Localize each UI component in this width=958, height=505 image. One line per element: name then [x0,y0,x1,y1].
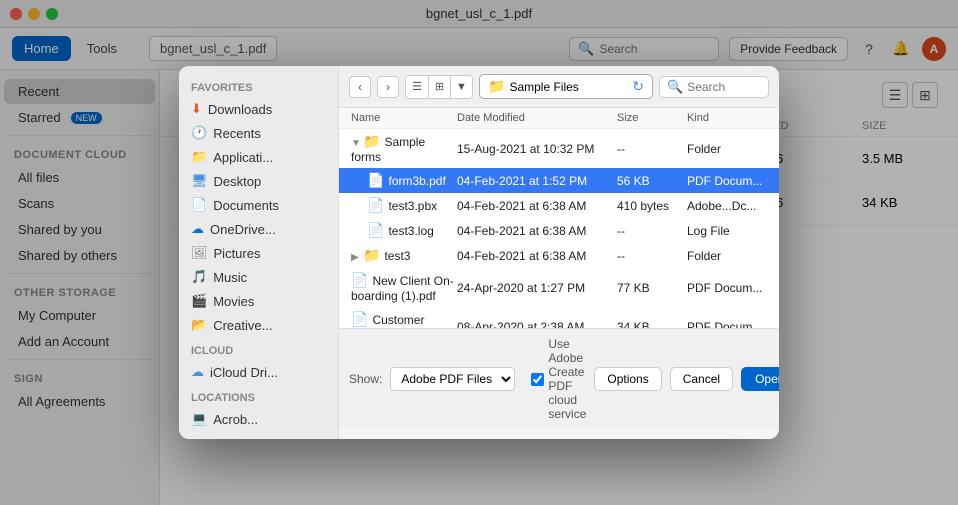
list-item[interactable]: 📄New Client On-boarding (1).pdf 24-Apr-2… [339,268,779,307]
dialog-sidebar-applications[interactable]: 📁 Applicati... [179,145,338,169]
dialog-body: ‹ › ☰ ⊞ ▼ 📁 Sample Files ↻ 🔍 [339,66,779,429]
back-button[interactable]: ‹ [349,76,371,98]
locations-label: Locations [179,384,338,407]
dialog-sidebar-downloads[interactable]: ⬇ Downloads [179,97,338,121]
col-kind: Kind [687,112,767,124]
dialog-col-header: Name Date Modified Size Kind [339,108,779,129]
downloads-icon: ⬇ [191,101,202,117]
path-text: Sample Files [509,80,578,94]
col-name: Name [351,112,457,124]
list-item[interactable]: 📄test3.log 04-Feb-2021 at 6:38 AM -- Log… [339,218,779,243]
dialog-sidebar-pictures[interactable]: 🖼 Pictures [179,241,338,265]
list-item[interactable]: ▼📁Sample forms 15-Aug-2021 at 10:32 PM -… [339,129,779,168]
icloud-label: iCloud [179,337,338,360]
dialog-path: 📁 Sample Files ↻ [479,74,653,99]
show-label: Show: [349,372,382,386]
dialog-actions: Options Cancel Open [594,367,779,391]
show-select[interactable]: Adobe PDF Files [390,367,515,391]
cloud-check: Use Adobe Create PDF cloud service [531,337,586,421]
search-icon: 🔍 [667,79,683,95]
dialog-bottom: Show: Adobe PDF Files Use Adobe Create P… [339,329,779,429]
dialog-sidebar-desktop[interactable]: 🖥 Desktop [179,169,338,193]
music-icon: 🎵 [191,269,207,285]
dialog-sidebar-documents[interactable]: 📄 Documents [179,193,338,217]
path-refresh-icon[interactable]: ↻ [632,78,644,95]
cancel-button[interactable]: Cancel [670,367,733,391]
options-button[interactable]: Options [594,367,661,391]
desktop-icon: 🖥 [191,173,208,189]
view-toggle-group: ☰ ⊞ ▼ [405,75,473,99]
path-folder-icon: 📁 [488,78,505,95]
pictures-icon: 🖼 [191,245,208,261]
list-item[interactable]: ▶📁test3 04-Feb-2021 at 6:38 AM -- Folder [339,243,779,268]
list-item[interactable]: 📄Customer Incident.pdf 08-Apr-2020 at 2:… [339,307,779,329]
dialog-search[interactable]: 🔍 [659,76,769,98]
dialog-file-list: ▼📁Sample forms 15-Aug-2021 at 10:32 PM -… [339,129,779,329]
dialog-search-input[interactable] [687,80,767,94]
dialog-sidebar-music[interactable]: 🎵 Music [179,265,338,289]
dialog-sidebar-icloud[interactable]: ☁ iCloud Dri... [179,360,338,384]
open-button[interactable]: Open [741,367,779,391]
cloud-checkbox[interactable] [531,373,544,386]
dialog-overlay: Favorites ⬇ Downloads 🕐 Recents 📁 Applic… [0,0,958,505]
open-file-dialog: Favorites ⬇ Downloads 🕐 Recents 📁 Applic… [179,66,779,439]
dialog-sidebar-movies[interactable]: 🎬 Movies [179,289,338,313]
list-item[interactable]: 📄test3.pbx 04-Feb-2021 at 6:38 AM 410 by… [339,193,779,218]
col-size: Size [617,112,687,124]
list-view-btn[interactable]: ☰ [406,76,428,98]
dialog-sidebar-recents[interactable]: 🕐 Recents [179,121,338,145]
sort-btn[interactable]: ▼ [450,76,472,98]
recents-icon: 🕐 [191,125,207,141]
forward-button[interactable]: › [377,76,399,98]
list-item[interactable]: 📄form3b.pdf 04-Feb-2021 at 1:52 PM 56 KB… [339,168,779,193]
grid-view-btn[interactable]: ⊞ [428,76,450,98]
dialog-sidebar-onedrive[interactable]: ☁ OneDrive... [179,217,338,241]
dialog-sidebar-acrob[interactable]: 💻 Acrob... [179,407,338,431]
icloud-icon: ☁ [191,364,204,380]
dialog-toolbar: ‹ › ☰ ⊞ ▼ 📁 Sample Files ↻ 🔍 [339,66,779,108]
col-date: Date Modified [457,112,617,124]
dialog-sidebar: Favorites ⬇ Downloads 🕐 Recents 📁 Applic… [179,66,339,439]
movies-icon: 🎬 [191,293,207,309]
applications-icon: 📁 [191,149,207,165]
onedrive-icon: ☁ [191,221,204,237]
dialog-sidebar-creative[interactable]: 📂 Creative... [179,313,338,337]
creative-icon: 📂 [191,317,207,333]
acrob-icon: 💻 [191,411,207,427]
documents-icon: 📄 [191,197,207,213]
favorites-label: Favorites [179,74,338,97]
